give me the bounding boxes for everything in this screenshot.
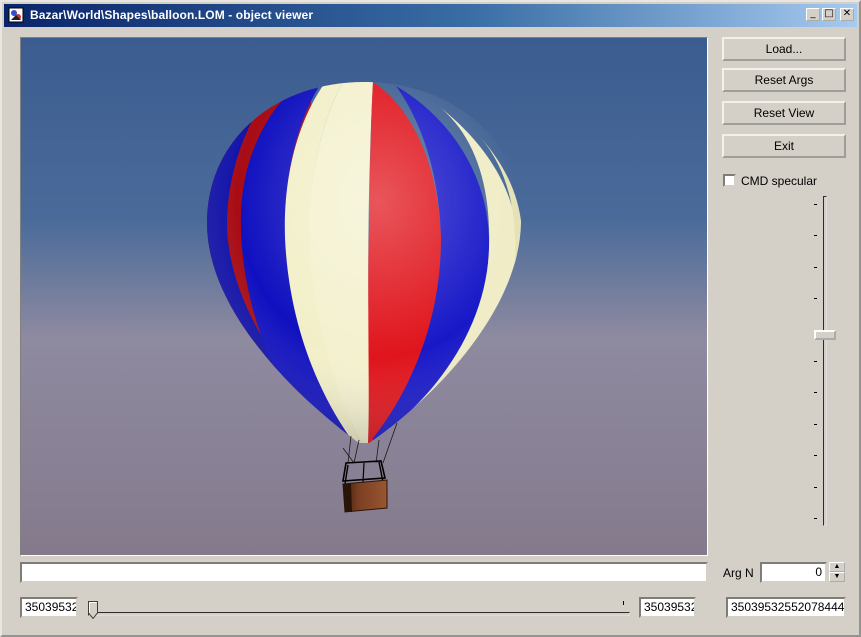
vertical-slider-track (823, 196, 827, 526)
arg-n-label: Arg N (723, 566, 754, 580)
close-button[interactable]: ✕ (840, 8, 854, 21)
reset-view-button[interactable]: Reset View (722, 101, 846, 125)
close-icon: ✕ (842, 8, 852, 19)
cmd-specular-option[interactable]: CMD specular (722, 173, 852, 189)
vertical-slider-thumb[interactable] (814, 330, 836, 341)
maximize-button[interactable]: □ (822, 8, 836, 21)
minimize-icon: _ (810, 8, 816, 19)
window-title: Bazar\World\Shapes\balloon.LOM - object … (30, 8, 314, 22)
vertical-slider-tick (814, 235, 817, 237)
timeline-slider-track (88, 612, 630, 616)
maximize-icon: □ (824, 8, 834, 19)
arrow-up-icon: ▲ (833, 563, 841, 570)
vertical-slider-tick (814, 266, 817, 268)
exit-button[interactable]: Exit (722, 134, 846, 158)
object-viewer-window: Bazar\World\Shapes\balloon.LOM - object … (0, 0, 861, 637)
timeline-slider-thumb[interactable] (88, 601, 98, 619)
vertical-slider-tick (814, 423, 817, 425)
arrow-down-icon: ▼ (833, 573, 841, 580)
timeline-slider[interactable] (82, 598, 636, 624)
timeline-tick-end (623, 601, 624, 605)
spin-down-button[interactable]: ▼ (829, 572, 845, 582)
timeline-start-field[interactable]: 35039532 (20, 597, 78, 618)
timeline-extra-field[interactable]: 350395325520784440 (726, 597, 846, 618)
arg-n-input[interactable]: 0 (760, 562, 827, 583)
cmd-specular-checkbox[interactable] (723, 174, 736, 187)
vertical-slider-tick (814, 455, 817, 457)
arg-n-spinner[interactable]: ▲ ▼ (829, 562, 845, 583)
reset-args-button[interactable]: Reset Args (722, 68, 846, 92)
timeline-end-field[interactable]: 35039532 (639, 597, 696, 618)
3d-viewport[interactable] (20, 37, 708, 556)
spin-up-button[interactable]: ▲ (829, 562, 845, 572)
vertical-slider-tick (814, 204, 817, 205)
app-icon (8, 7, 24, 23)
command-input[interactable] (20, 562, 708, 583)
load-button[interactable]: Load... (722, 37, 846, 61)
cmd-specular-label: CMD specular (741, 174, 818, 188)
vertical-slider-tick (814, 298, 817, 300)
title-bar[interactable]: Bazar\World\Shapes\balloon.LOM - object … (4, 4, 857, 27)
vertical-slider-tick (814, 392, 817, 394)
minimize-button[interactable]: _ (806, 8, 820, 21)
vertical-slider-tick (814, 518, 817, 519)
balloon-render (21, 38, 707, 555)
vertical-slider-tick (814, 486, 817, 488)
vertical-slider[interactable] (807, 196, 841, 528)
vertical-slider-tick (814, 361, 817, 362)
